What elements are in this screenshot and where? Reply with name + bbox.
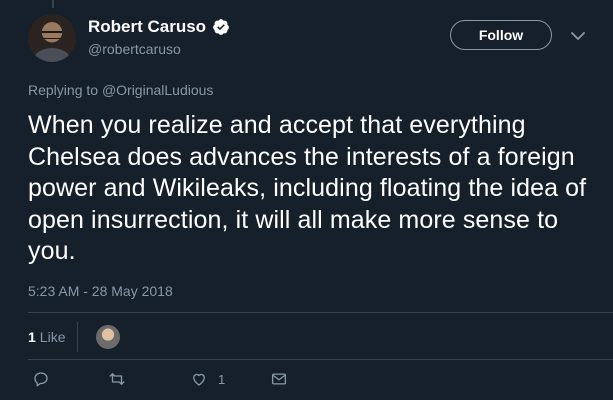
- liker-avatar[interactable]: [96, 325, 121, 349]
- reply-action[interactable]: [32, 370, 50, 388]
- chevron-down-icon[interactable]: [571, 31, 585, 41]
- like-action-count: 1: [218, 371, 226, 387]
- heart-icon[interactable]: [190, 370, 208, 388]
- verified-badge-icon: [213, 19, 229, 35]
- name-row: Robert Caruso: [88, 17, 230, 37]
- follow-button[interactable]: Follow: [450, 20, 552, 50]
- thread-connector-line: [52, 0, 54, 8]
- likes-row: 1 Like: [28, 322, 121, 352]
- action-bar: 1: [28, 370, 328, 394]
- replying-to-mention[interactable]: @OriginalLudious: [102, 82, 214, 98]
- like-count[interactable]: 1: [28, 329, 36, 345]
- like-label[interactable]: Like: [40, 329, 66, 345]
- avatar-glasses: [42, 31, 62, 39]
- retweet-action[interactable]: [108, 370, 126, 388]
- avatar[interactable]: [28, 14, 76, 62]
- avatar-shirt: [34, 48, 70, 62]
- display-name[interactable]: Robert Caruso: [88, 17, 206, 37]
- divider-top: [28, 312, 613, 313]
- like-action[interactable]: 1: [190, 370, 225, 388]
- divider-bottom: [28, 359, 613, 360]
- tweet-header: Robert Caruso @robertcaruso Follow: [28, 14, 593, 64]
- reply-icon[interactable]: [32, 370, 50, 388]
- tweet-text: When you realize and accept that everyth…: [28, 111, 587, 265]
- replying-to-line: Replying to @OriginalLudious: [28, 82, 213, 98]
- envelope-icon[interactable]: [270, 370, 288, 388]
- replying-to-prefix: Replying to: [28, 82, 102, 98]
- likes-divider: [77, 322, 79, 352]
- user-handle[interactable]: @robertcaruso: [88, 41, 181, 57]
- retweet-icon[interactable]: [108, 370, 126, 388]
- dm-action[interactable]: [270, 370, 288, 388]
- tweet-timestamp[interactable]: 5:23 AM - 28 May 2018: [28, 283, 173, 299]
